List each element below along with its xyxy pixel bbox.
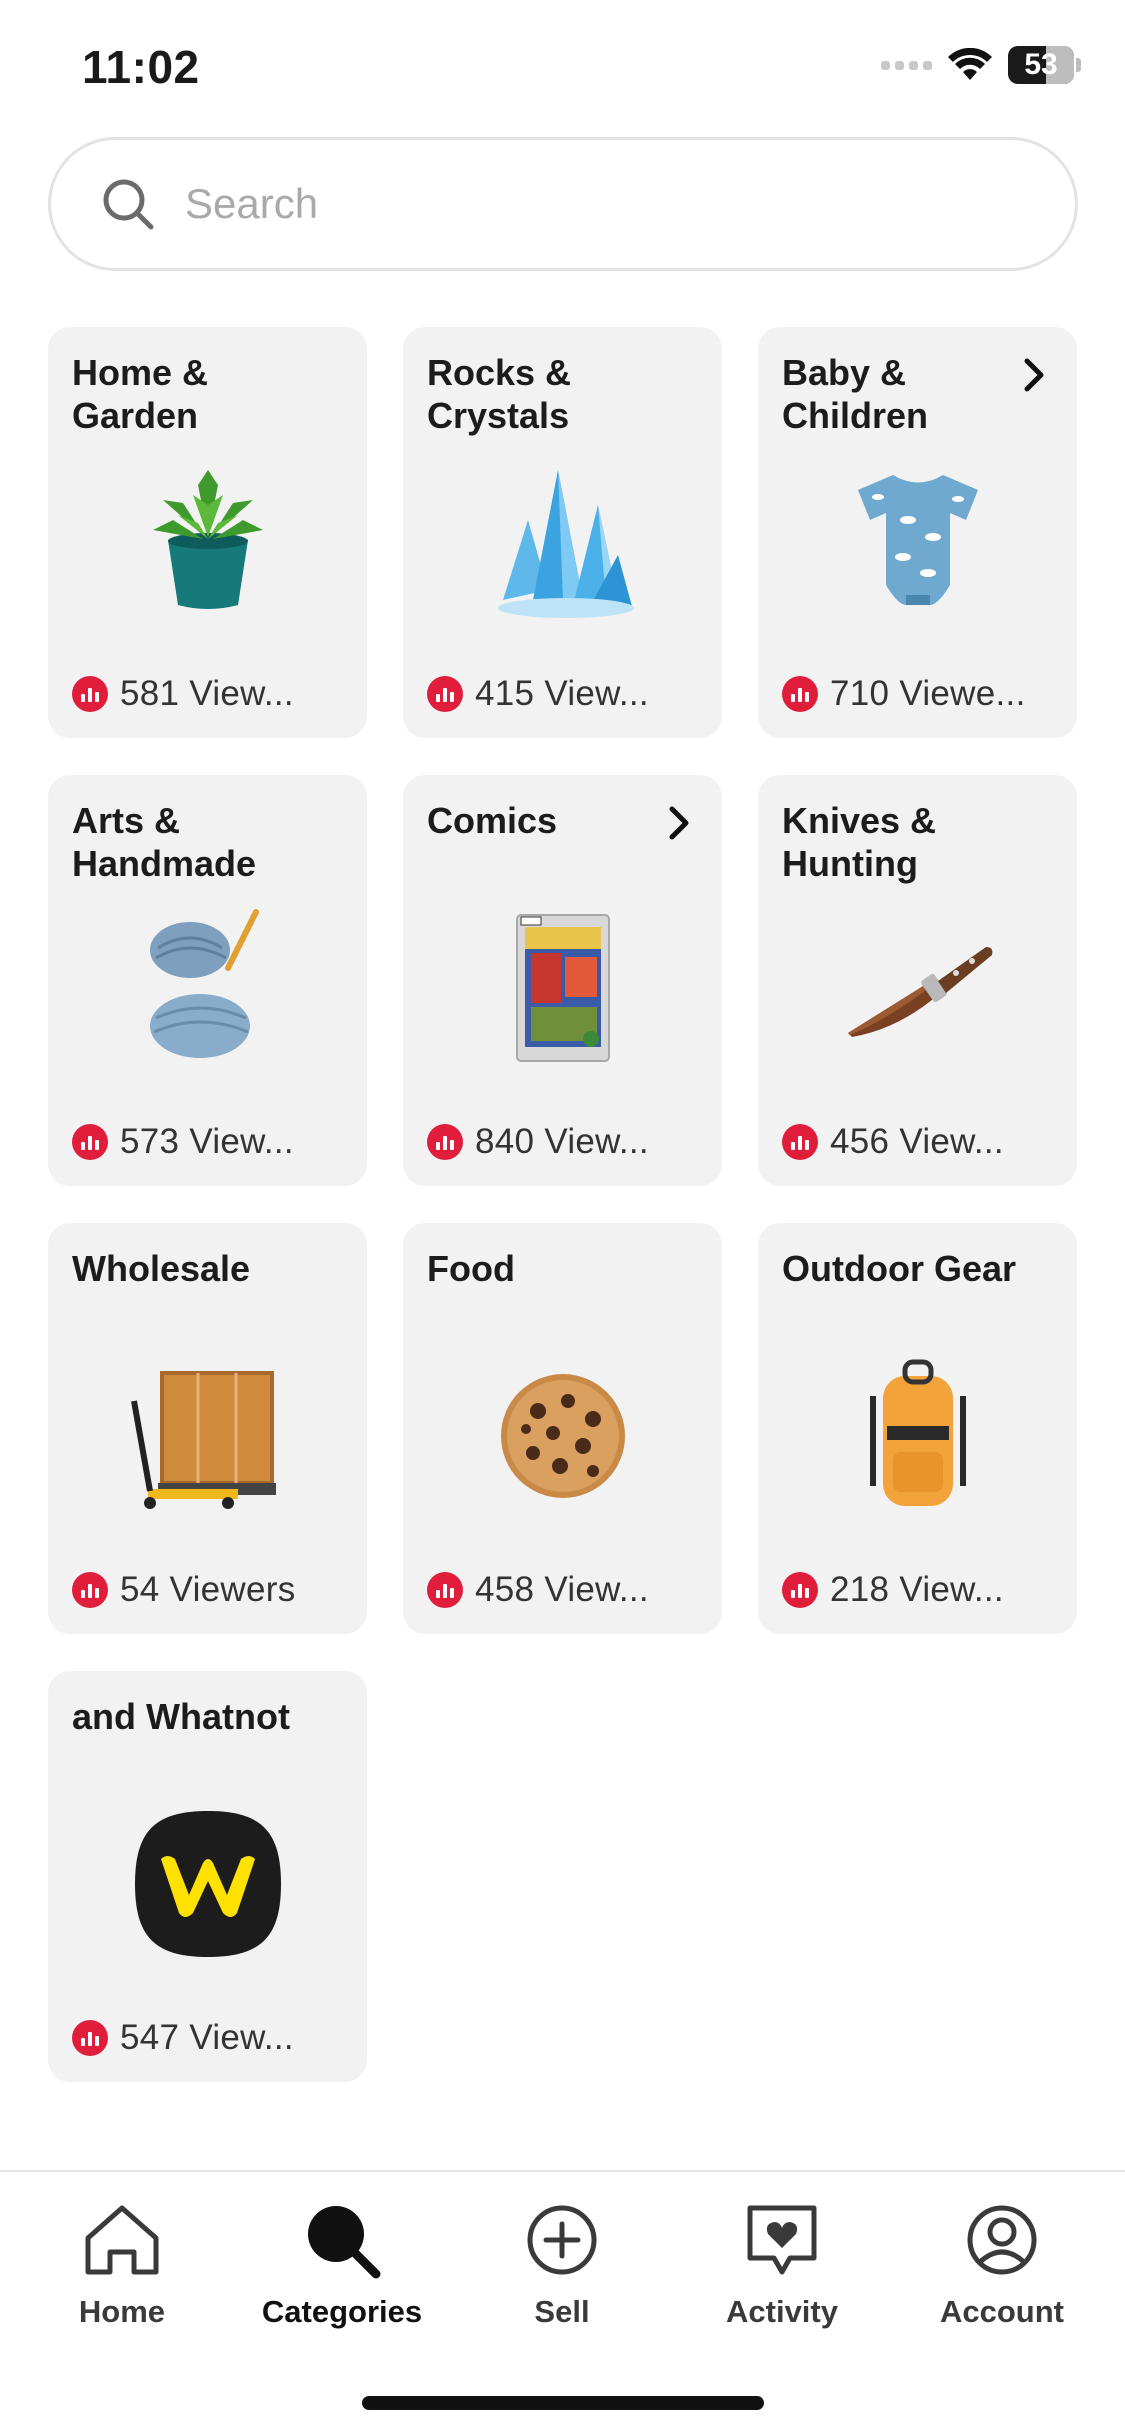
- live-viewers-icon: [427, 676, 463, 712]
- category-card-baby-children[interactable]: Baby & Children 710 Viewe...: [758, 327, 1077, 738]
- tab-label: Sell: [534, 2294, 590, 2329]
- category-title: Knives & Hunting: [782, 800, 937, 884]
- backpack-image: [833, 1351, 1003, 1521]
- category-card-arts-handmade[interactable]: Arts & Handmade 573 View...: [48, 775, 367, 1186]
- viewers-count: 547 View...: [72, 2018, 294, 2058]
- search-icon: [103, 179, 154, 230]
- category-card-and-whatnot[interactable]: and Whatnot 547 View...: [48, 1671, 367, 2082]
- viewers-text: 415 View...: [475, 674, 649, 713]
- spiderman-comic-image: [478, 903, 648, 1073]
- search-placeholder: Search: [185, 180, 319, 227]
- cellular-signal-icon: [881, 60, 932, 70]
- battery-icon: 53: [1008, 46, 1074, 84]
- live-viewers-icon: [782, 676, 818, 712]
- whatnot-logo-image: [123, 1799, 293, 1969]
- category-grid: Home & Garden 581 View... Rocks & Crysta…: [48, 327, 1078, 2082]
- viewers-text: 581 View...: [120, 674, 294, 713]
- plus-circle-icon: [527, 2205, 597, 2275]
- viewers-text: 54 Viewers: [120, 1570, 296, 1609]
- viewers-count: 458 View...: [427, 1570, 649, 1610]
- category-title: and Whatnot: [72, 1696, 290, 1737]
- tab-categories[interactable]: Categories: [242, 2198, 442, 2330]
- baby-onesie-image: [833, 455, 1003, 625]
- viewers-text: 840 View...: [475, 1122, 649, 1161]
- category-card-food[interactable]: Food 458 View...: [403, 1223, 722, 1634]
- tab-label: Account: [940, 2294, 1064, 2329]
- cookie-image: [478, 1351, 648, 1521]
- wifi-icon: [948, 48, 992, 80]
- viewers-text: 458 View...: [475, 1570, 649, 1609]
- home-indicator: [362, 2396, 764, 2410]
- search-filled-icon: [308, 2206, 381, 2279]
- category-card-outdoor-gear[interactable]: Outdoor Gear 218 View...: [758, 1223, 1077, 1634]
- blue-crystal-image: [478, 455, 648, 625]
- viewers-count: 415 View...: [427, 674, 649, 714]
- category-card-rocks-crystals[interactable]: Rocks & Crystals 415 View...: [403, 327, 722, 738]
- viewers-count: 710 Viewe...: [782, 674, 1026, 714]
- tab-account[interactable]: Account: [902, 2198, 1102, 2330]
- tab-activity[interactable]: Activity: [682, 2198, 882, 2330]
- category-title: Arts & Handmade: [72, 800, 257, 884]
- category-title: Comics: [427, 800, 558, 841]
- viewers-text: 573 View...: [120, 1122, 294, 1161]
- viewers-text: 547 View...: [120, 2018, 294, 2057]
- viewers-text: 710 Viewe...: [830, 674, 1026, 713]
- tab-sell[interactable]: Sell: [462, 2198, 662, 2330]
- category-title: Rocks & Crystals: [427, 352, 572, 436]
- viewers-text: 456 View...: [830, 1122, 1004, 1161]
- category-card-knives-hunting[interactable]: Knives & Hunting 456 View...: [758, 775, 1077, 1186]
- category-card-comics[interactable]: Comics 840 View...: [403, 775, 722, 1186]
- chevron-right-icon: [1024, 358, 1044, 392]
- battery-level: 53: [1024, 48, 1058, 81]
- viewers-count: 581 View...: [72, 674, 294, 714]
- succulent-plant-image: [123, 455, 293, 625]
- viewers-count: 573 View...: [72, 1122, 294, 1162]
- viewers-count: 456 View...: [782, 1122, 1004, 1162]
- viewers-text: 218 View...: [830, 1570, 1004, 1609]
- house-icon: [85, 2205, 159, 2275]
- tab-label: Home: [78, 2294, 166, 2329]
- category-title: Food: [427, 1248, 515, 1289]
- tab-label: Activity: [726, 2294, 838, 2329]
- status-time: 11:02: [82, 41, 200, 93]
- viewers-count: 840 View...: [427, 1122, 649, 1162]
- search-input[interactable]: Search: [48, 137, 1078, 271]
- category-card-home-garden[interactable]: Home & Garden 581 View...: [48, 327, 367, 738]
- live-viewers-icon: [782, 1572, 818, 1608]
- heart-message-icon: [747, 2205, 817, 2275]
- status-indicators: 53: [881, 46, 1081, 84]
- user-circle-icon: [967, 2205, 1037, 2275]
- pallet-jack-crate-image: [123, 1351, 293, 1521]
- live-viewers-icon: [72, 2020, 108, 2056]
- category-title: Home & Garden: [72, 352, 209, 436]
- viewers-count: 218 View...: [782, 1570, 1004, 1610]
- tab-home[interactable]: Home: [22, 2198, 222, 2330]
- category-title: Wholesale: [72, 1248, 251, 1289]
- live-viewers-icon: [72, 1124, 108, 1160]
- yarn-crochet-image: [123, 903, 293, 1073]
- live-viewers-icon: [427, 1124, 463, 1160]
- chevron-right-icon: [669, 806, 689, 840]
- live-viewers-icon: [72, 676, 108, 712]
- tab-label: Categories: [261, 2294, 423, 2329]
- category-card-wholesale[interactable]: Wholesale 54 Viewers: [48, 1223, 367, 1634]
- category-title: Outdoor Gear: [782, 1248, 1017, 1289]
- live-viewers-icon: [427, 1572, 463, 1608]
- status-bar: 11:02 53: [0, 0, 1125, 140]
- hunting-knife-image: [833, 903, 1003, 1073]
- viewers-count: 54 Viewers: [72, 1570, 296, 1610]
- category-title: Baby & Children: [782, 352, 929, 436]
- live-viewers-icon: [72, 1572, 108, 1608]
- live-viewers-icon: [782, 1124, 818, 1160]
